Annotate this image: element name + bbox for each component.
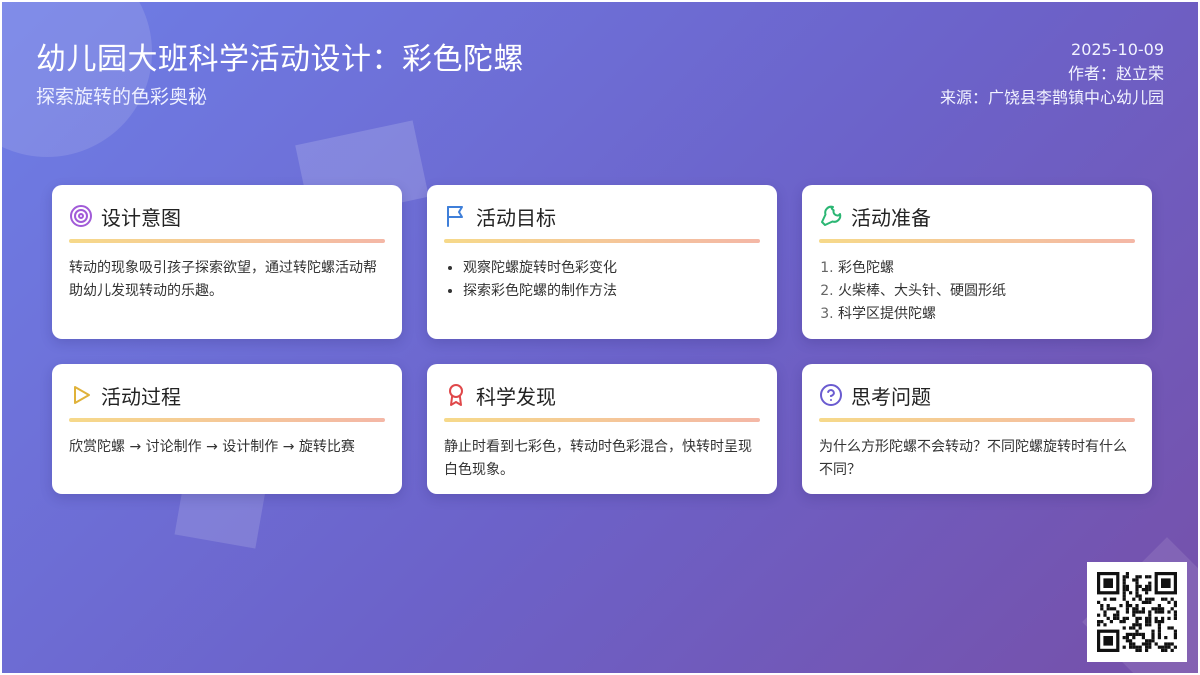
card-goals: 活动目标 观察陀螺旋转时色彩变化 探索彩色陀螺的制作方法 [427,185,777,339]
card-header: 设计意图 [69,203,385,230]
source-text: 来源：广饶县李鹊镇中心幼儿园 [939,88,1164,107]
card-preparation: 活动准备 彩色陀螺 火柴棒、大头针、硬圆形纸 科学区提供陀螺 [802,185,1152,339]
flag-icon [444,204,468,228]
card-discovery: 科学发现 静止时看到七彩色，转动时色彩混合，快转时呈现白色现象。 [427,364,777,494]
award-icon [444,383,468,407]
card-title: 设计意图 [101,205,181,230]
accent-bar [444,239,760,243]
card-design-intent: 设计意图 转动的现象吸引孩子探索欲望，通过转陀螺活动帮助幼儿发现转动的乐趣。 [52,185,402,339]
author-text: 作者：赵立荣 [1067,64,1164,83]
date-text: 2025-10-09 [1071,40,1164,59]
list-item: 科学区提供陀螺 [838,303,1135,326]
card-text: 为什么方形陀螺不会转动？不同陀螺旋转时有什么不同？ [819,439,1127,478]
card-list: 观察陀螺旋转时色彩变化 探索彩色陀螺的制作方法 [444,257,760,303]
card-title: 活动目标 [476,205,556,230]
card-title: 活动过程 [101,384,181,409]
list-item: 火柴棒、大头针、硬圆形纸 [838,280,1135,303]
card-title: 思考问题 [851,384,931,409]
card-text: 欣赏陀螺 → 讨论制作 → 设计制作 → 旋转比赛 [69,439,355,455]
list-item: 彩色陀螺 [838,257,1135,280]
card-process: 活动过程 欣赏陀螺 → 讨论制作 → 设计制作 → 旋转比赛 [52,364,402,494]
accent-bar [444,418,760,422]
card-text: 静止时看到七彩色，转动时色彩混合，快转时呈现白色现象。 [444,439,752,478]
meta-info: 2025-10-09 作者：赵立荣 来源：广饶县李鹊镇中心幼儿园 [940,38,1164,110]
card-grid: 设计意图 转动的现象吸引孩子探索欲望，通过转陀螺活动帮助幼儿发现转动的乐趣。 活… [52,185,1152,494]
accent-bar [819,418,1135,422]
card-text: 转动的现象吸引孩子探索欲望，通过转陀螺活动帮助幼儿发现转动的乐趣。 [69,260,377,299]
qr-code-icon [1087,562,1187,662]
accent-bar [69,239,385,243]
decor-circle [2,2,152,157]
card-header: 活动目标 [444,203,760,230]
accent-bar [69,418,385,422]
card-title: 活动准备 [851,205,931,230]
play-icon [69,383,93,407]
card-header: 活动过程 [69,382,385,409]
slide: 幼儿园大班科学活动设计：彩色陀螺 探索旋转的色彩奥秘 2025-10-09 作者… [0,0,1200,675]
list-item: 观察陀螺旋转时色彩变化 [463,257,760,280]
card-header: 活动准备 [819,203,1135,230]
card-header: 思考问题 [819,382,1135,409]
card-header: 科学发现 [444,382,760,409]
card-questions: 思考问题 为什么方形陀螺不会转动？不同陀螺旋转时有什么不同？ [802,364,1152,494]
page-subtitle: 探索旋转的色彩奥秘 [36,86,208,108]
help-circle-icon [819,383,843,407]
wrench-icon [819,204,843,228]
accent-bar [819,239,1135,243]
page-title: 幼儿园大班科学活动设计：彩色陀螺 [36,42,524,77]
card-list: 彩色陀螺 火柴棒、大头针、硬圆形纸 科学区提供陀螺 [819,257,1135,326]
card-title: 科学发现 [476,384,556,409]
list-item: 探索彩色陀螺的制作方法 [463,280,760,303]
target-icon [69,204,93,228]
